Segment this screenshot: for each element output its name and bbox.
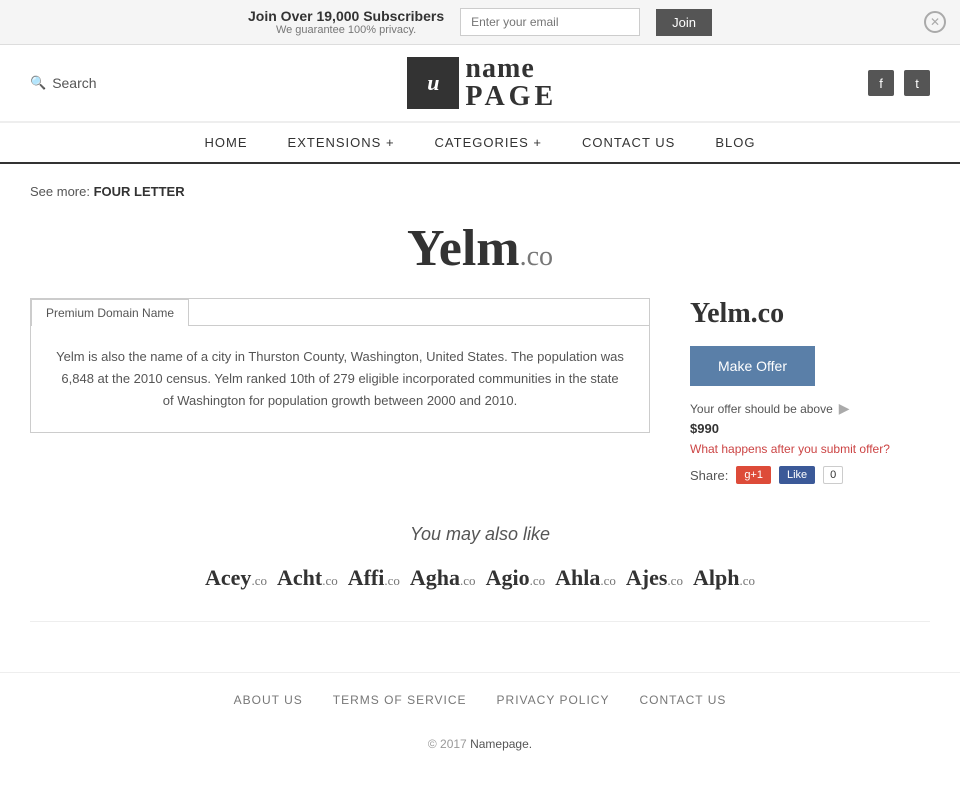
search-label: Search	[52, 75, 96, 91]
divider	[30, 621, 930, 622]
make-offer-button[interactable]: Make Offer	[690, 346, 815, 386]
share-row: Share: g+1 Like 0	[690, 466, 930, 484]
related-domain-acey[interactable]: Acey.co	[205, 565, 267, 591]
banner-subtitle: We guarantee 100% privacy.	[248, 24, 444, 36]
domain-title: Yelm.co	[690, 298, 930, 330]
footer-brand[interactable]: Namepage.	[470, 737, 532, 751]
content-row: Premium Domain Name Yelm is also the nam…	[30, 298, 930, 484]
nav-categories[interactable]: CATEGORIES +	[435, 135, 542, 150]
main-nav: HOME EXTENSIONS + CATEGORIES + CONTACT U…	[0, 122, 960, 164]
facebook-icon[interactable]: f	[868, 70, 894, 96]
nav-home[interactable]: HOME	[205, 135, 248, 150]
logo-page: PAGE	[465, 83, 557, 111]
search-icon: 🔍	[30, 75, 46, 91]
logo-box: u	[407, 57, 459, 109]
premium-tab: Premium Domain Name	[31, 299, 189, 326]
banner-title: Join Over 19,000 Subscribers	[248, 8, 444, 24]
premium-box: Premium Domain Name Yelm is also the nam…	[30, 298, 650, 433]
left-panel: Premium Domain Name Yelm is also the nam…	[30, 298, 650, 433]
domain-logo-area: Yelm.co	[30, 219, 930, 278]
gplus-button[interactable]: g+1	[736, 466, 771, 484]
domain-logo-tld: .co	[520, 241, 553, 272]
also-like-title: You may also like	[30, 524, 930, 545]
offer-note-text: Your offer should be above	[690, 402, 833, 416]
logo-icon: u	[427, 70, 439, 96]
footer-terms[interactable]: TERMS OF SERVICE	[333, 693, 467, 707]
related-domain-affi[interactable]: Affi.co	[348, 565, 400, 591]
related-domain-agha[interactable]: Agha.co	[410, 565, 476, 591]
copyright-year: © 2017	[428, 737, 467, 751]
top-banner: Join Over 19,000 Subscribers We guarante…	[0, 0, 960, 45]
domain-logo-name: Yelm.co	[407, 220, 553, 277]
nav-contact[interactable]: CONTACT US	[582, 135, 675, 150]
footer-nav: ABOUT US TERMS OF SERVICE PRIVACY POLICY…	[0, 672, 960, 727]
share-label: Share:	[690, 468, 728, 483]
email-input[interactable]	[460, 8, 640, 36]
twitter-icon[interactable]: t	[904, 70, 930, 96]
fb-like-label: Like	[787, 469, 807, 481]
search-area[interactable]: 🔍 Search	[30, 75, 97, 91]
breadcrumb: See more: FOUR LETTER	[30, 184, 930, 199]
related-domain-acht[interactable]: Acht.co	[277, 565, 338, 591]
also-like-section: You may also like Acey.co Acht.co Affi.c…	[30, 524, 930, 591]
close-banner-button[interactable]: ✕	[924, 11, 946, 33]
join-button[interactable]: Join	[656, 9, 712, 36]
category-link[interactable]: FOUR LETTER	[94, 184, 185, 199]
social-icons: f t	[868, 70, 930, 96]
logo-name: name	[465, 55, 557, 83]
offer-arrow-icon: ▶	[839, 400, 850, 417]
offer-note: Your offer should be above ▶	[690, 400, 930, 417]
related-domain-agio[interactable]: Agio.co	[486, 565, 546, 591]
nav-blog[interactable]: BLOG	[715, 135, 755, 150]
domain-description: Yelm is also the name of a city in Thurs…	[31, 325, 649, 432]
domain-name-text: Yelm	[407, 220, 520, 277]
footer-privacy[interactable]: PRIVACY POLICY	[497, 693, 610, 707]
nav-extensions[interactable]: EXTENSIONS +	[288, 135, 395, 150]
fb-count: 0	[823, 466, 843, 484]
header: 🔍 Search u name PAGE f t	[0, 45, 960, 122]
related-domain-alph[interactable]: Alph.co	[693, 565, 755, 591]
fb-like-button[interactable]: Like	[779, 466, 815, 484]
logo-area: u name PAGE	[407, 55, 557, 111]
main-content: See more: FOUR LETTER Yelm.co Premium Do…	[0, 164, 960, 672]
footer-about[interactable]: ABOUT US	[234, 693, 303, 707]
related-domain-ahla[interactable]: Ahla.co	[555, 565, 616, 591]
see-more-label: See more:	[30, 184, 90, 199]
related-domains: Acey.co Acht.co Affi.co Agha.co Agio.co …	[30, 565, 930, 591]
logo-text: name PAGE	[465, 55, 557, 111]
right-panel: Yelm.co Make Offer Your offer should be …	[690, 298, 930, 484]
offer-price: $990	[690, 421, 930, 436]
banner-text: Join Over 19,000 Subscribers We guarante…	[248, 8, 444, 36]
footer-contact[interactable]: CONTACT US	[639, 693, 726, 707]
footer-copyright: © 2017 Namepage.	[0, 727, 960, 771]
what-happens-link[interactable]: What happens after you submit offer?	[690, 442, 930, 456]
related-domain-ajes[interactable]: Ajes.co	[626, 565, 683, 591]
